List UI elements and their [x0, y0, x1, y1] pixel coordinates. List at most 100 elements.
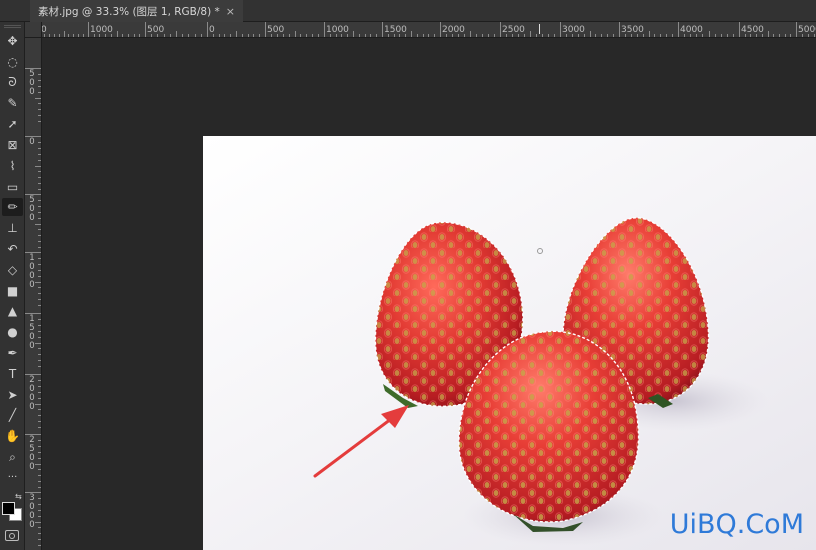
ruler-top-minor-tick [176, 31, 177, 37]
blur-tool[interactable]: ▲ [2, 302, 23, 320]
hand-tool[interactable]: ✋ [2, 427, 23, 445]
ruler-top-major-tick [145, 22, 146, 37]
ruler-left-minor-tick [35, 165, 41, 167]
ruler-top-minor-tick [139, 34, 141, 37]
pen-tool[interactable]: ✒ [2, 344, 23, 362]
ruler-left-minor-tick [38, 263, 41, 265]
document-canvas[interactable]: UiBQ.CoM [203, 136, 816, 550]
dodge-tool[interactable]: ● [2, 323, 23, 341]
ruler-left-minor-tick [38, 366, 41, 368]
annotation-arrow [313, 405, 409, 478]
ruler-top-minor-tick [122, 34, 124, 37]
quick-mask-circle [9, 532, 15, 539]
ruler-left-minor-tick [38, 199, 41, 201]
ruler-left-minor-tick [38, 153, 41, 155]
ruler-left-minor-tick [38, 257, 41, 259]
ruler-top-minor-tick [642, 34, 644, 37]
ruler-left-minor-tick [38, 360, 41, 362]
quick-mask-icon[interactable] [5, 530, 19, 541]
ruler-left-minor-tick [35, 403, 41, 405]
clone-stamp-tool[interactable]: ⊥ [2, 219, 23, 237]
ruler-left-label: 3 0 0 0 [29, 493, 35, 530]
foreground-color-swatch[interactable] [2, 502, 15, 515]
ruler-top-minor-tick [347, 34, 349, 37]
ruler-top-minor-tick [212, 34, 214, 37]
ruler-left-minor-tick [38, 235, 41, 237]
ruler-top-minor-tick [577, 34, 579, 37]
ruler-left-minor-tick [35, 342, 41, 344]
ruler-top-minor-tick [422, 34, 424, 37]
ruler-top-minor-tick [294, 31, 296, 37]
color-swatches[interactable]: ⇆ [2, 492, 23, 522]
more-tools[interactable]: ··· [2, 469, 23, 487]
ruler-left-minor-tick [38, 211, 41, 213]
swap-colors-icon[interactable]: ⇆ [15, 492, 22, 501]
ruler-top-minor-tick [571, 34, 573, 37]
ruler-left-minor-tick [38, 497, 41, 499]
lasso-tool[interactable]: ᘐ [2, 74, 23, 92]
ruler-left-minor-tick [35, 463, 41, 465]
ruler-left-minor-tick [38, 293, 41, 295]
ruler-left-minor-tick [38, 330, 41, 332]
ruler-corner[interactable] [25, 22, 42, 38]
ruler-top-major-tick [619, 22, 620, 37]
ruler-top-minor-tick [53, 34, 55, 37]
ruler-left-minor-tick [38, 469, 41, 471]
ruler-top-minor-tick [218, 34, 220, 37]
ruler-top-minor-tick [761, 34, 763, 37]
ruler-top-label: 500 [267, 25, 285, 35]
move-tool[interactable]: ✥ [2, 32, 23, 50]
ruler-top-minor-tick [428, 34, 430, 37]
gradient-tool[interactable]: ■ [2, 282, 23, 300]
ruler-left-minor-tick [38, 397, 41, 399]
ruler-top-label: 500 [147, 25, 165, 35]
ruler-left-minor-tick [38, 348, 41, 350]
ruler-top-minor-tick [773, 34, 775, 37]
ruler-left-minor-tick [35, 223, 41, 225]
brush-cursor [537, 248, 543, 254]
ruler-top-minor-tick [300, 34, 302, 37]
horizontal-ruler[interactable]: 0100050005001000150020002500300035004000… [42, 22, 816, 38]
ruler-left-minor-tick [38, 287, 41, 289]
line-tool[interactable]: ╱ [2, 406, 23, 424]
ruler-left-minor-tick [38, 509, 41, 511]
elliptical-marquee-tool[interactable]: ◌ [2, 53, 23, 71]
ruler-top-major-tick [88, 22, 89, 37]
ruler-left-minor-tick [38, 103, 41, 105]
eraser-tool[interactable]: ◇ [2, 261, 23, 279]
toolbar-grip [4, 25, 21, 28]
eyedropper-tool[interactable]: ⌇ [2, 157, 23, 175]
ruler-top-minor-tick [387, 34, 389, 37]
path-selection-tool[interactable]: ➤ [2, 386, 23, 404]
zoom-tool[interactable]: ⌕ [2, 448, 23, 466]
ruler-top-minor-tick [241, 34, 243, 37]
healing-brush-tool[interactable]: ▭ [2, 178, 23, 196]
ruler-top-minor-tick [784, 34, 786, 37]
ruler-top-minor-tick [750, 34, 752, 37]
type-tool[interactable]: T [2, 365, 23, 383]
ruler-left-minor-tick [38, 475, 41, 477]
frame-tool[interactable]: ⊠ [2, 136, 23, 154]
ruler-top-minor-tick [151, 34, 153, 37]
ruler-top-minor-tick [807, 34, 809, 37]
ruler-top-minor-tick [690, 34, 692, 37]
brush-tool[interactable]: ✏ [2, 198, 23, 217]
ruler-left-minor-tick [38, 515, 41, 517]
ruler-top-minor-tick [744, 34, 746, 37]
ruler-top-minor-tick [224, 34, 226, 37]
history-brush-tool[interactable]: ↶ [2, 240, 23, 258]
document-tab[interactable]: 素材.jpg @ 33.3% (图层 1, RGB/8) * × [30, 0, 243, 22]
quick-selection-tool[interactable]: ✎ [2, 94, 23, 112]
ruler-top-major-tick [678, 22, 679, 37]
ruler-top-minor-tick [476, 34, 477, 37]
ruler-top-major-tick [500, 22, 501, 37]
ruler-left-minor-tick [38, 487, 41, 489]
ruler-top-minor-tick [542, 34, 543, 37]
pen-arrow-tool[interactable]: ➚ [2, 115, 23, 133]
document-tab-title: 素材.jpg @ 33.3% (图层 1, RGB/8) * [38, 5, 220, 18]
ruler-top-minor-tick [666, 34, 668, 37]
close-tab-icon[interactable]: × [226, 5, 235, 18]
ruler-top-minor-tick [341, 34, 343, 37]
vertical-ruler[interactable]: 5 0 0 0 5 0 0 1 0 0 0 1 5 0 0 2 0 0 0 2 5 0 0 3… [25, 38, 42, 550]
ruler-top-minor-tick [370, 34, 372, 37]
